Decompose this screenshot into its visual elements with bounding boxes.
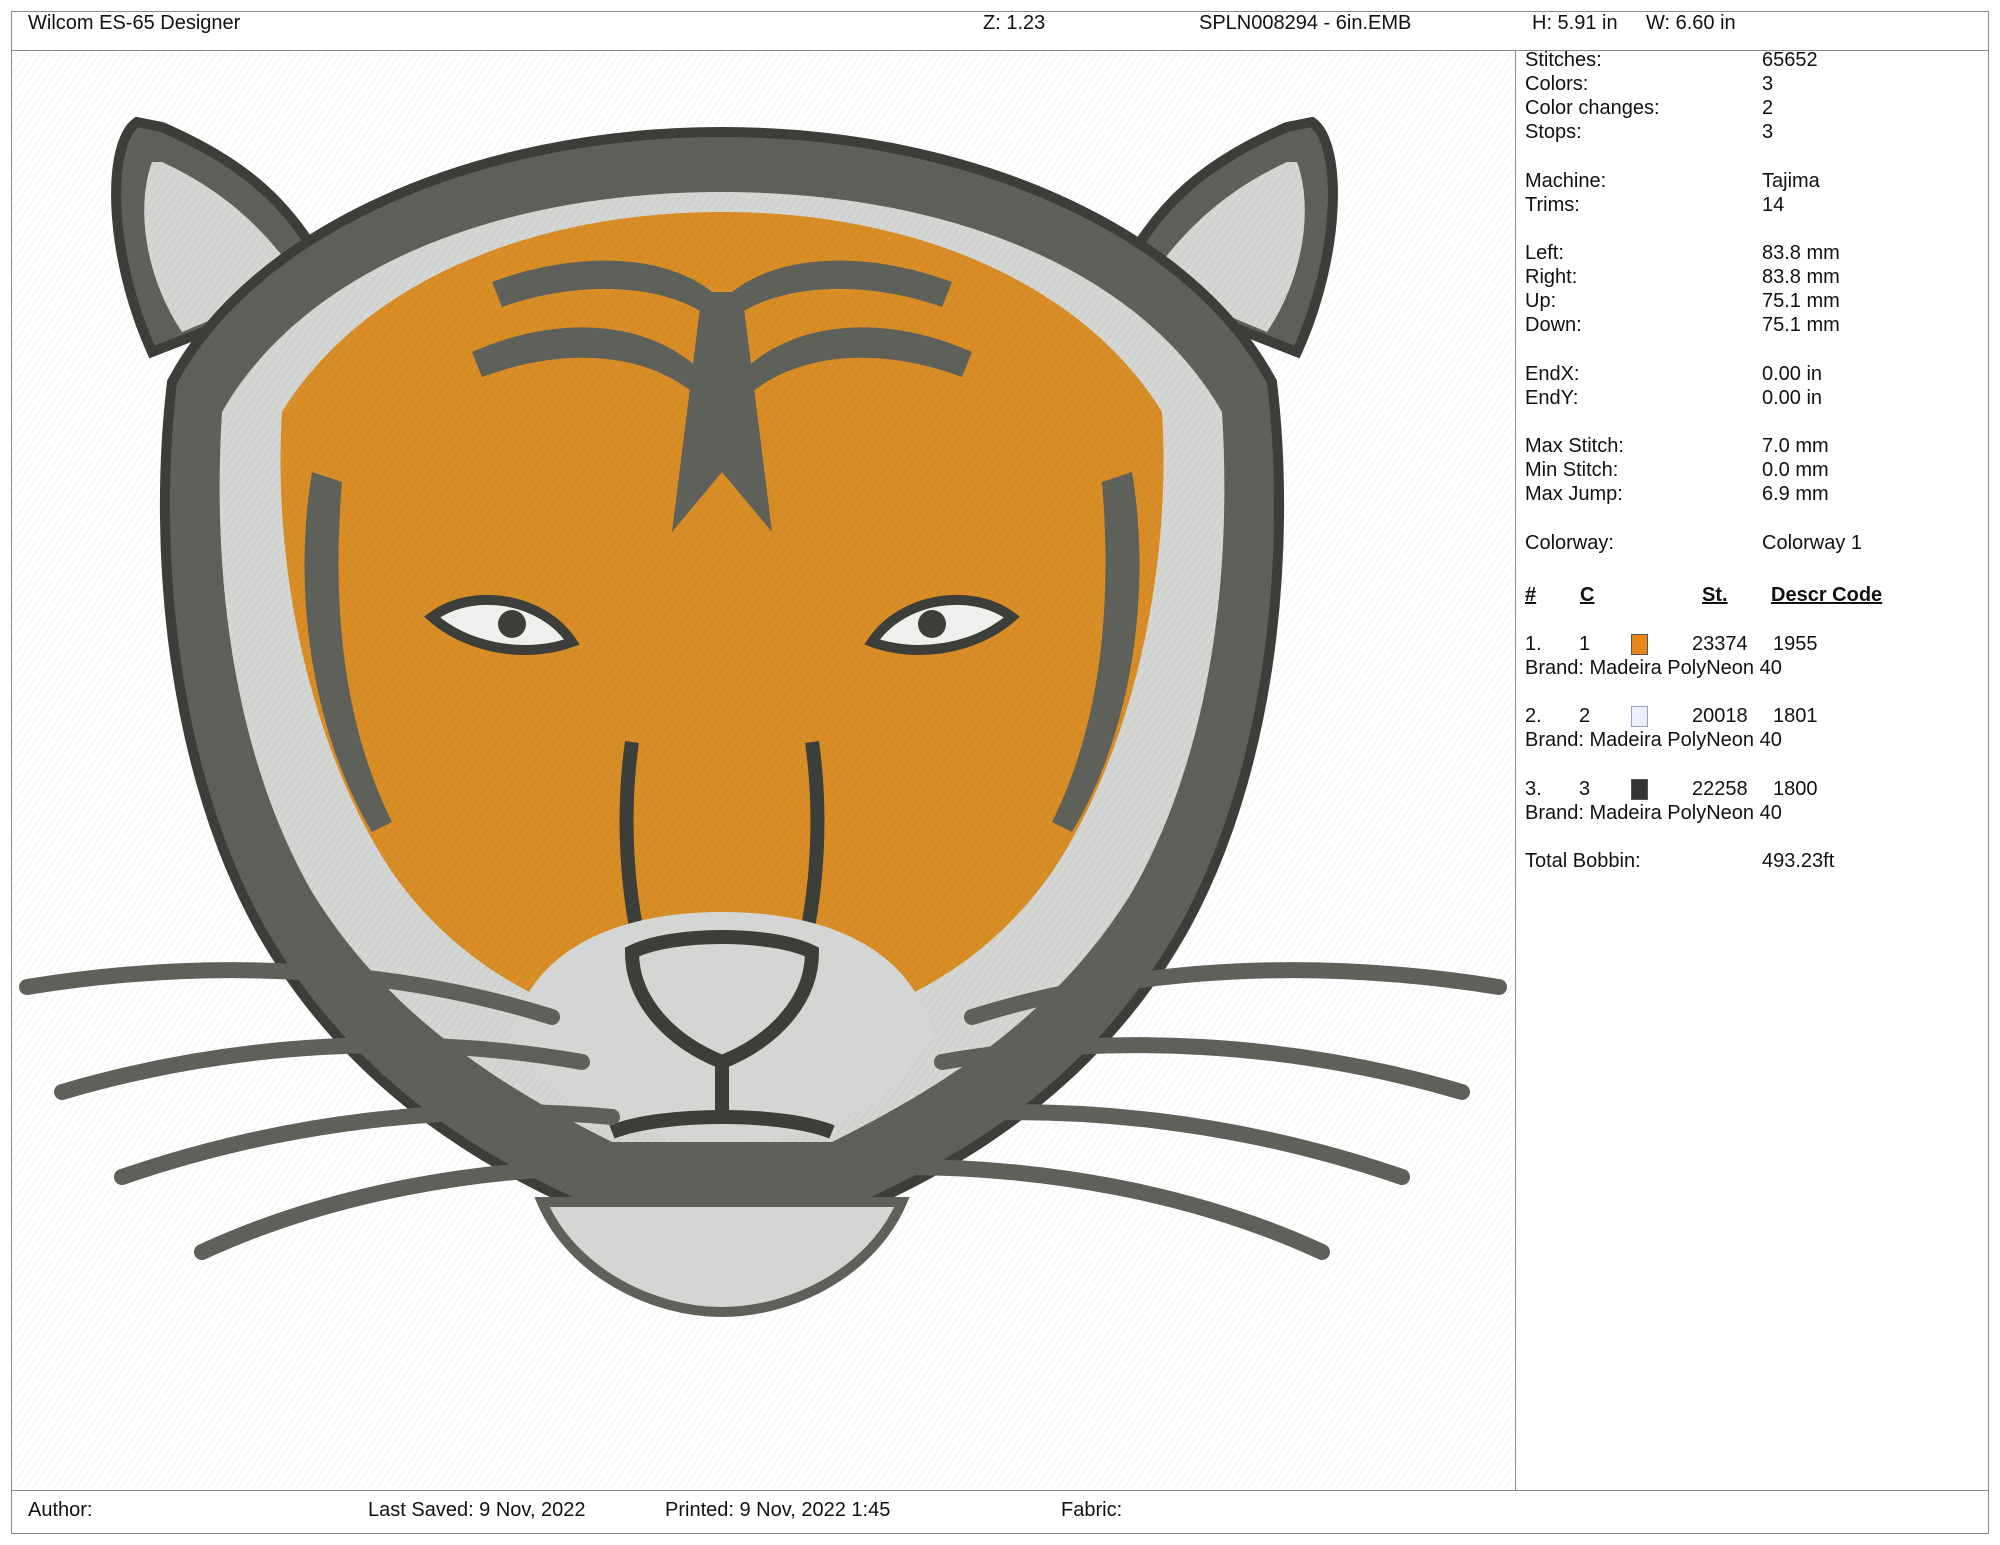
color-row-stitches: 23374	[1692, 633, 1748, 655]
color-row-brand: Brand: Madeira PolyNeon 40	[1525, 802, 1782, 824]
stat-label: Stitches:	[1525, 49, 1602, 71]
color-row-code: 1801	[1773, 705, 1818, 727]
stat-label: Down:	[1525, 314, 1582, 336]
color-row-code: 1955	[1773, 633, 1818, 655]
file-name: SPLN008294 - 6in.EMB	[1199, 12, 1412, 34]
panel-divider	[1515, 51, 1516, 1490]
stat-label: EndY:	[1525, 387, 1579, 409]
left-pupil	[498, 610, 526, 638]
author-label: Author:	[28, 1499, 93, 1521]
thread-color-swatch	[1631, 779, 1648, 800]
total-bobbin-value: 493.23ft	[1762, 850, 1835, 872]
stat-value: 14	[1762, 194, 1785, 216]
col-header-number: #	[1525, 584, 1537, 606]
stat-value: 0.0 mm	[1762, 459, 1829, 481]
stat-value: 3	[1762, 73, 1774, 95]
right-pupil	[918, 610, 946, 638]
stat-value: 75.1 mm	[1762, 290, 1840, 312]
footer-bar	[11, 1490, 1989, 1534]
stat-label: Left:	[1525, 242, 1564, 264]
stat-value: 65652	[1762, 49, 1818, 71]
stat-value: 0.00 in	[1762, 363, 1823, 385]
stat-value: 83.8 mm	[1762, 242, 1840, 264]
color-row-stitches: 20018	[1692, 705, 1748, 727]
color-row-stitches: 22258	[1692, 778, 1748, 800]
color-row-index: 1.	[1525, 633, 1542, 655]
design-height: H: 5.91 in	[1532, 12, 1618, 34]
color-row-code: 1800	[1773, 778, 1818, 800]
stat-label: Trims:	[1525, 194, 1580, 216]
color-row-number: 3	[1579, 778, 1591, 800]
fabric-label: Fabric:	[1061, 1499, 1123, 1521]
zoom-level: Z: 1.23	[983, 12, 1046, 34]
color-row-index: 3.	[1525, 778, 1542, 800]
color-row-number: 2	[1579, 705, 1591, 727]
stat-label: Stops:	[1525, 121, 1582, 143]
tiger-embroidery-image	[12, 52, 1514, 1488]
stat-label: Machine:	[1525, 170, 1607, 192]
color-row-brand: Brand: Madeira PolyNeon 40	[1525, 729, 1782, 751]
total-bobbin-label: Total Bobbin:	[1525, 850, 1641, 872]
design-width: W: 6.60 in	[1646, 12, 1736, 34]
stat-value: 6.9 mm	[1762, 483, 1829, 505]
stat-label: Min Stitch:	[1525, 459, 1619, 481]
stat-value: 7.0 mm	[1762, 435, 1829, 457]
col-header-descr-code: Descr Code	[1771, 584, 1883, 606]
stat-value: 3	[1762, 121, 1774, 143]
stat-label: Colorway:	[1525, 532, 1614, 554]
design-preview	[12, 52, 1514, 1488]
printed-date: Printed: 9 Nov, 2022 1:45	[665, 1499, 891, 1521]
stat-value: 75.1 mm	[1762, 314, 1840, 336]
stat-label: Right:	[1525, 266, 1578, 288]
color-row-brand: Brand: Madeira PolyNeon 40	[1525, 657, 1782, 679]
stat-value: Tajima	[1762, 170, 1820, 192]
col-header-color: C	[1580, 584, 1595, 606]
last-saved: Last Saved: 9 Nov, 2022	[368, 1499, 586, 1521]
stat-value: 0.00 in	[1762, 387, 1823, 409]
stat-value: 2	[1762, 97, 1774, 119]
color-row-index: 2.	[1525, 705, 1542, 727]
stat-label: EndX:	[1525, 363, 1580, 385]
stat-label: Max Stitch:	[1525, 435, 1624, 457]
col-header-stitches: St.	[1702, 584, 1728, 606]
stat-value: Colorway 1	[1762, 532, 1863, 554]
stat-label: Colors:	[1525, 73, 1589, 95]
color-row-number: 1	[1579, 633, 1591, 655]
stat-label: Max Jump:	[1525, 483, 1623, 505]
thread-color-swatch	[1631, 634, 1648, 655]
stat-label: Up:	[1525, 290, 1557, 312]
thread-color-swatch	[1631, 706, 1648, 727]
stat-value: 83.8 mm	[1762, 266, 1840, 288]
stat-label: Color changes:	[1525, 97, 1660, 119]
app-title: Wilcom ES-65 Designer	[28, 12, 241, 34]
